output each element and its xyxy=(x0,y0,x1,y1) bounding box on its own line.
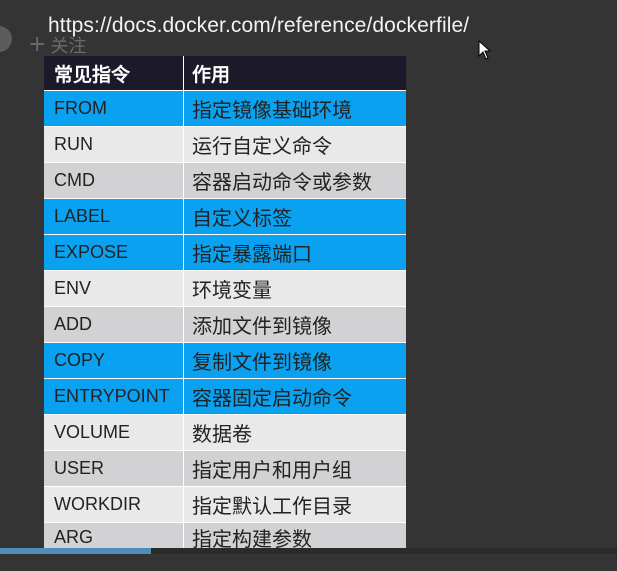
instruction-cell: VOLUME xyxy=(44,415,184,450)
table-header-row: 常见指令 作用 xyxy=(44,56,406,90)
table-row: EXPOSE 指定暴露端口 xyxy=(44,234,406,270)
mouse-cursor-icon xyxy=(478,40,492,60)
instruction-cell: LABEL xyxy=(44,199,184,234)
follow-button[interactable]: + 关注 xyxy=(28,32,86,58)
dockerfile-instructions-table: 常见指令 作用 FROM 指定镜像基础环境 RUN 运行自定义命令 CMD 容器启动命令或… xyxy=(44,56,406,552)
table-row: USER 指定用户和用户组 xyxy=(44,450,406,486)
instruction-cell: USER xyxy=(44,451,184,486)
table-row: VOLUME 数据卷 xyxy=(44,414,406,450)
table-row: LABEL 自定义标签 xyxy=(44,198,406,234)
purpose-cell: 自定义标签 xyxy=(192,206,292,230)
follow-label: 关注 xyxy=(50,36,87,57)
purpose-cell: 运行自定义命令 xyxy=(192,134,332,158)
table-row: ENV 环境变量 xyxy=(44,270,406,306)
table-row: ADD 添加文件到镜像 xyxy=(44,306,406,342)
instruction-cell: ENTRYPOINT xyxy=(44,379,184,414)
purpose-cell: 指定暴露端口 xyxy=(192,242,312,266)
header-instruction: 常见指令 xyxy=(44,56,184,90)
instruction-cell: WORKDIR xyxy=(44,487,184,522)
table-row: COPY 复制文件到镜像 xyxy=(44,342,406,378)
instruction-cell: ENV xyxy=(44,271,184,306)
plus-icon: + xyxy=(28,32,47,57)
purpose-cell: 指定默认工作目录 xyxy=(192,494,352,518)
header-purpose: 作用 xyxy=(192,63,231,86)
purpose-cell: 添加文件到镜像 xyxy=(192,314,332,338)
video-progress-fill xyxy=(0,548,152,554)
instruction-cell: EXPOSE xyxy=(44,235,184,270)
video-progress-bar[interactable] xyxy=(0,548,617,554)
purpose-cell: 容器启动命令或参数 xyxy=(192,170,372,194)
table-row: RUN 运行自定义命令 xyxy=(44,126,406,162)
purpose-cell: 容器固定启动命令 xyxy=(192,386,352,410)
instruction-cell: ADD xyxy=(44,307,184,342)
table-row: WORKDIR 指定默认工作目录 xyxy=(44,486,406,522)
table-row: ENTRYPOINT 容器固定启动命令 xyxy=(44,378,406,414)
url-text: https://docs.docker.com/reference/docker… xyxy=(48,14,470,37)
purpose-cell: 指定用户和用户组 xyxy=(192,458,352,482)
purpose-cell: 环境变量 xyxy=(192,278,272,302)
instruction-cell: FROM xyxy=(44,91,184,126)
instruction-cell: CMD xyxy=(44,163,184,198)
purpose-cell: 数据卷 xyxy=(192,422,252,446)
table-row: FROM 指定镜像基础环境 xyxy=(44,90,406,126)
instruction-cell: RUN xyxy=(44,127,184,162)
purpose-cell: 指定镜像基础环境 xyxy=(192,98,352,122)
avatar[interactable] xyxy=(0,26,12,52)
instruction-cell: COPY xyxy=(44,343,184,378)
purpose-cell: 复制文件到镜像 xyxy=(192,350,332,374)
table-row: CMD 容器启动命令或参数 xyxy=(44,162,406,198)
